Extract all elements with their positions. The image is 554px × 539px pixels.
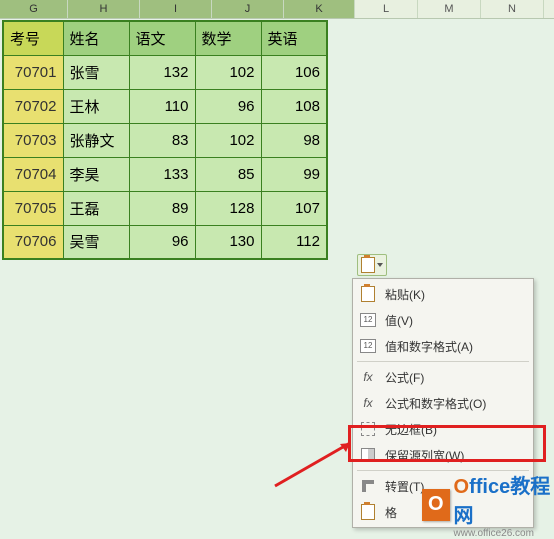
formula-fmt-icon: fx	[359, 394, 377, 412]
watermark-logo: O Office教程网 www.office26.com	[422, 470, 554, 539]
menu-paste[interactable]: 粘贴(K)	[353, 281, 533, 307]
menu-label: 格	[385, 504, 397, 521]
keepwidth-icon	[359, 446, 377, 464]
header-c1[interactable]: 语文	[129, 21, 195, 55]
menu-formula[interactable]: fx 公式(F)	[353, 364, 533, 390]
logo-text: Office教程网	[454, 470, 554, 528]
dropdown-arrow-icon	[377, 263, 383, 267]
menu-noborder[interactable]: 无边框(B)	[353, 416, 533, 442]
noborder-icon	[359, 420, 377, 438]
menu-label: 无边框(B)	[385, 421, 437, 438]
annotation-arrow	[270, 438, 365, 488]
logo-badge: O	[422, 489, 450, 521]
spreadsheet-area: G H I J K L M N 考号 姓名 语文 数学 英语 70701张雪13…	[0, 0, 554, 513]
col-header-L[interactable]: L	[355, 0, 418, 18]
menu-label: 保留源列宽(W)	[385, 447, 464, 464]
table-row: 70702王林11096108	[3, 89, 327, 123]
clipboard-icon	[361, 257, 375, 273]
values-icon: 12	[359, 311, 377, 329]
menu-values[interactable]: 12 值(V)	[353, 307, 533, 333]
table-row: 70704李昊1338599	[3, 157, 327, 191]
transpose-icon	[359, 477, 377, 495]
menu-label: 值和数字格式(A)	[385, 338, 473, 355]
values-fmt-icon: 12	[359, 337, 377, 355]
menu-label: 公式(F)	[385, 369, 424, 386]
table-row: 70705王磊89128107	[3, 191, 327, 225]
table-row: 70706吴雪96130112	[3, 225, 327, 259]
data-table[interactable]: 考号 姓名 语文 数学 英语 70701张雪132102106 70702王林1…	[2, 20, 328, 260]
col-header-J[interactable]: J	[212, 0, 284, 18]
header-id[interactable]: 考号	[3, 21, 63, 55]
menu-label: 粘贴(K)	[385, 286, 425, 303]
menu-formula-fmt[interactable]: fx 公式和数字格式(O)	[353, 390, 533, 416]
menu-label: 值(V)	[385, 312, 413, 329]
formula-icon: fx	[359, 368, 377, 386]
col-header-G[interactable]: G	[0, 0, 68, 18]
col-header-K[interactable]: K	[284, 0, 355, 18]
column-headers: G H I J K L M N	[0, 0, 554, 19]
header-name[interactable]: 姓名	[63, 21, 129, 55]
menu-keepwidth[interactable]: 保留源列宽(W)	[353, 442, 533, 468]
col-header-H[interactable]: H	[68, 0, 140, 18]
table-row: 70703张静文8310298	[3, 123, 327, 157]
col-header-M[interactable]: M	[418, 0, 481, 18]
menu-values-fmt[interactable]: 12 值和数字格式(A)	[353, 333, 533, 359]
paste-options-button[interactable]	[357, 254, 387, 276]
col-header-N[interactable]: N	[481, 0, 544, 18]
table-row: 70701张雪132102106	[3, 55, 327, 89]
menu-label: 公式和数字格式(O)	[385, 395, 486, 412]
header-row: 考号 姓名 语文 数学 英语	[3, 21, 327, 55]
menu-label: 转置(T)	[385, 478, 424, 495]
logo-url: www.office26.com	[454, 528, 554, 539]
fmt-icon	[359, 503, 377, 521]
paste-icon	[359, 285, 377, 303]
header-c3[interactable]: 英语	[261, 21, 327, 55]
menu-separator	[357, 361, 529, 362]
header-c2[interactable]: 数学	[195, 21, 261, 55]
col-header-I[interactable]: I	[140, 0, 212, 18]
